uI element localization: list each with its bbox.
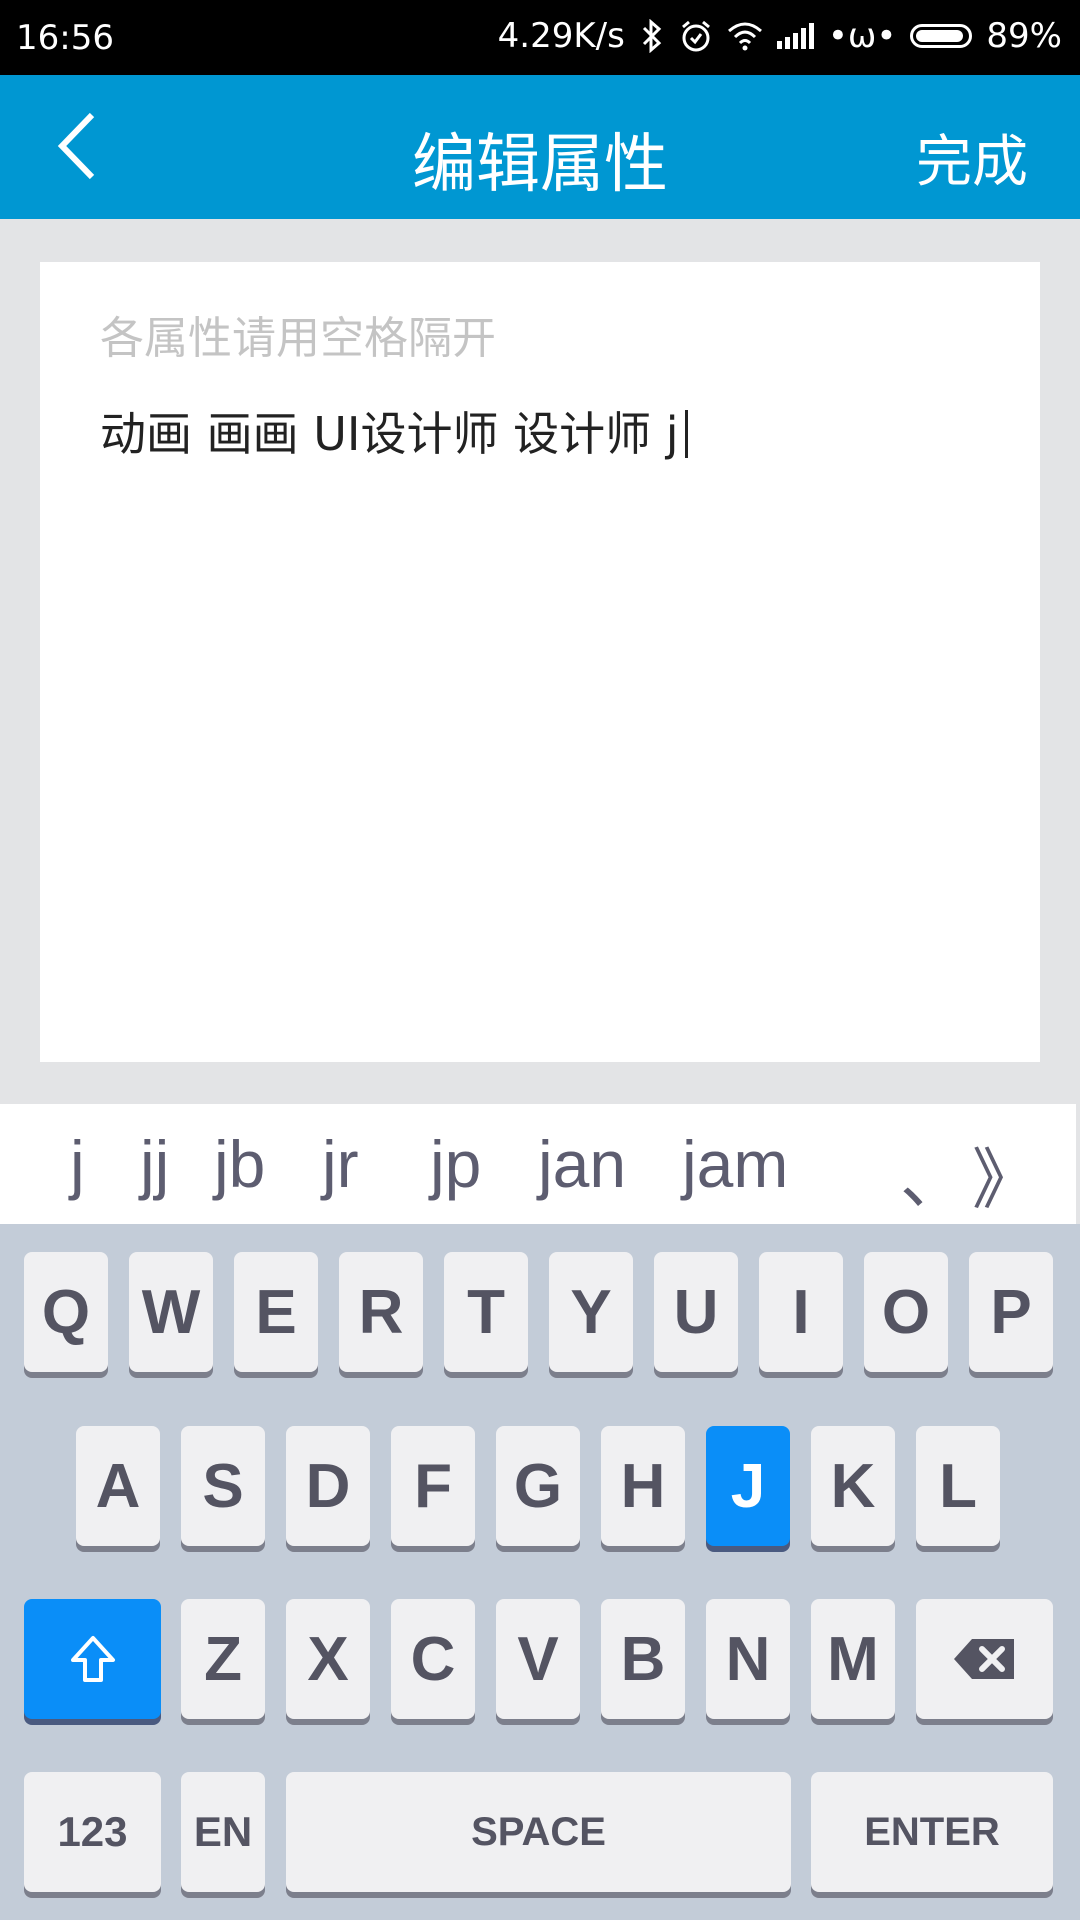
candidate-item[interactable]: jj <box>140 1126 169 1202</box>
app-bar: 编辑属性 完成 <box>0 75 1080 219</box>
key-y[interactable]: Y <box>549 1252 633 1372</box>
key-g[interactable]: G <box>496 1426 580 1546</box>
key-o[interactable]: O <box>864 1252 948 1372</box>
candidate-item[interactable]: jam <box>682 1126 788 1202</box>
separator-candidate[interactable]: 、 <box>900 1126 966 1222</box>
key-u[interactable]: U <box>654 1252 738 1372</box>
key-r[interactable]: R <box>339 1252 423 1372</box>
key-l[interactable]: L <box>916 1426 1000 1546</box>
key-i[interactable]: I <box>759 1252 843 1372</box>
key-w[interactable]: W <box>129 1252 213 1372</box>
key-k[interactable]: K <box>811 1426 895 1546</box>
editor-placeholder: 各属性请用空格隔开 <box>100 313 496 364</box>
shift-key[interactable] <box>24 1599 161 1719</box>
key-s[interactable]: S <box>181 1426 265 1546</box>
signal-icon <box>776 23 814 49</box>
key-m[interactable]: M <box>811 1599 895 1719</box>
enter-key[interactable]: ENTER <box>811 1772 1053 1892</box>
text-caret <box>684 410 688 458</box>
wifi-icon <box>727 22 762 51</box>
battery-icon <box>910 24 973 48</box>
candidate-item[interactable]: jb <box>214 1126 265 1202</box>
shift-arrow-icon <box>70 1636 115 1682</box>
network-speed: 4.29K/s <box>497 16 625 56</box>
backspace-key[interactable] <box>916 1599 1053 1719</box>
status-right: 4.29K/s •ω• 89% <box>498 16 1062 56</box>
key-e[interactable]: E <box>234 1252 318 1372</box>
candidate-item[interactable]: j <box>70 1126 85 1202</box>
key-c[interactable]: C <box>391 1599 475 1719</box>
candidate-item[interactable]: jp <box>430 1126 481 1202</box>
key-q[interactable]: Q <box>24 1252 108 1372</box>
numbers-key[interactable]: 123 <box>24 1772 161 1892</box>
bluetooth-icon <box>642 19 662 53</box>
key-v[interactable]: V <box>496 1599 580 1719</box>
candidate-item[interactable]: jr <box>322 1126 359 1202</box>
candidate-bar: j jj jb jr jp jan jam 、 》 <box>0 1104 1076 1224</box>
status-extra: •ω• <box>827 16 897 56</box>
attribute-editor[interactable]: 各属性请用空格隔开 动画 画画 UI设计师 设计师 j <box>40 262 1040 1062</box>
editor-text: 动画 画画 UI设计师 设计师 j <box>100 407 679 461</box>
key-t[interactable]: T <box>444 1252 528 1372</box>
key-n[interactable]: N <box>706 1599 790 1719</box>
key-x[interactable]: X <box>286 1599 370 1719</box>
key-f[interactable]: F <box>391 1426 475 1546</box>
language-key[interactable]: EN <box>181 1772 265 1892</box>
candidate-item[interactable]: jan <box>538 1126 626 1202</box>
space-key[interactable]: SPACE <box>286 1772 791 1892</box>
key-j[interactable]: J <box>706 1426 790 1546</box>
key-z[interactable]: Z <box>181 1599 265 1719</box>
battery-percent: 89% <box>986 16 1062 56</box>
key-h[interactable]: H <box>601 1426 685 1546</box>
status-time: 16:56 <box>16 18 114 58</box>
key-d[interactable]: D <box>286 1426 370 1546</box>
key-b[interactable]: B <box>601 1599 685 1719</box>
key-a[interactable]: A <box>76 1426 160 1546</box>
key-p[interactable]: P <box>969 1252 1053 1372</box>
done-button[interactable]: 完成 <box>916 117 1028 198</box>
editor-value[interactable]: 动画 画画 UI设计师 设计师 j <box>100 398 688 464</box>
soft-keyboard: Q W E R T Y U I O P A S D F G H J K L Z … <box>0 1224 1080 1920</box>
status-bar: 16:56 4.29K/s •ω• 89% <box>0 0 1080 75</box>
backspace-icon <box>953 1639 1014 1679</box>
more-candidates-button[interactable]: 》 <box>972 1126 1038 1222</box>
alarm-icon <box>681 20 710 52</box>
